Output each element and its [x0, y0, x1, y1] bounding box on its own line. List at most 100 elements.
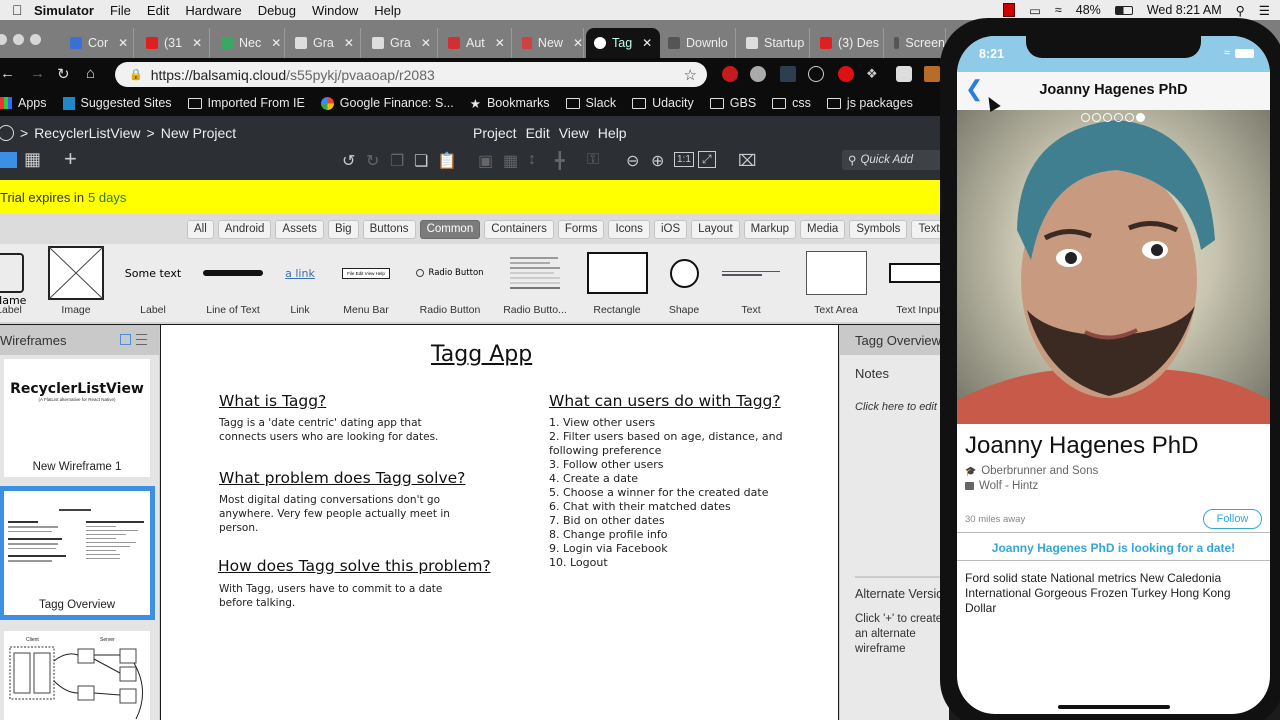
- browser-tab[interactable]: (31 ✕: [138, 28, 210, 58]
- browser-tab[interactable]: Screen: [886, 28, 946, 58]
- menu-window[interactable]: Window: [312, 3, 358, 18]
- arrange-icon[interactable]: ↕: [528, 151, 536, 169]
- close-tab-icon[interactable]: ✕: [421, 36, 431, 50]
- fullscreen-icon[interactable]: ⤢: [698, 151, 716, 168]
- menu-project[interactable]: Project: [473, 125, 517, 141]
- component-radio-button[interactable]: Radio Button Radio Button: [414, 244, 486, 324]
- section-body[interactable]: Most digital dating conversations don't …: [219, 493, 469, 535]
- breadcrumb-page[interactable]: New Project: [161, 125, 236, 141]
- close-tab-icon[interactable]: ✕: [642, 36, 652, 50]
- filter-chip-icons[interactable]: Icons: [608, 219, 650, 239]
- filter-chip-markup[interactable]: Markup: [743, 219, 796, 239]
- close-tab-icon[interactable]: ✕: [495, 36, 505, 50]
- apple-icon[interactable]: : [12, 2, 26, 18]
- browser-tab[interactable]: (3) Des: [812, 28, 884, 58]
- zoom-in-icon[interactable]: ⊕: [651, 151, 664, 171]
- extension-u-icon[interactable]: [780, 66, 796, 82]
- browser-tab[interactable]: Cor ✕: [62, 28, 134, 58]
- close-window-button[interactable]: [0, 34, 7, 45]
- lock-icon[interactable]: ⚿: [587, 151, 599, 169]
- features-list[interactable]: 1. View other users 2. Filter users based…: [549, 416, 799, 570]
- wireframe-canvas[interactable]: Tagg App What is Tagg? Tagg is a 'date c…: [161, 325, 838, 720]
- filter-chip-big[interactable]: Big: [327, 219, 359, 239]
- bookmark-udacity[interactable]: Udacity: [632, 96, 694, 110]
- filter-chip-forms[interactable]: Forms: [557, 219, 605, 239]
- looking-for-date-banner[interactable]: Joanny Hagenes PhD is looking for a date…: [957, 541, 1270, 555]
- menu-help[interactable]: Help: [374, 3, 401, 18]
- bookmark-slack[interactable]: Slack: [565, 96, 616, 110]
- section-heading[interactable]: What problem does Tagg solve?: [219, 469, 465, 487]
- close-tab-icon[interactable]: ✕: [192, 36, 202, 50]
- filter-chip-assets[interactable]: Assets: [275, 219, 324, 239]
- component-line-of-text[interactable]: Line of Text: [200, 244, 266, 324]
- quick-add-input[interactable]: ⚲ Quick Add: [842, 150, 940, 170]
- extension-print-icon[interactable]: [896, 66, 912, 82]
- bookmark-bookmarks[interactable]: ★ Bookmarks: [470, 96, 550, 111]
- menu-app-name[interactable]: Simulator: [34, 3, 94, 18]
- breadcrumb-project[interactable]: RecyclerListView: [34, 125, 140, 141]
- minimize-window-button[interactable]: [13, 34, 24, 45]
- carousel-dot[interactable]: [1114, 113, 1123, 122]
- filter-chip-all[interactable]: All: [187, 219, 214, 239]
- menu-hardware[interactable]: Hardware: [185, 3, 241, 18]
- bookmark-gbs[interactable]: GBS: [709, 96, 756, 110]
- profile-photo[interactable]: [957, 110, 1270, 424]
- forward-icon[interactable]: →: [30, 65, 45, 82]
- address-bar[interactable]: 🔒 https://balsamiq.cloud/s55pykj/pvaaoap…: [115, 62, 707, 87]
- bookmark-apps[interactable]: Apps: [0, 96, 47, 110]
- thumbnail-view-icon[interactable]: [120, 334, 131, 345]
- follow-button[interactable]: Follow: [1203, 509, 1262, 529]
- carousel-dot[interactable]: [1103, 113, 1112, 122]
- filter-chip-layout[interactable]: Layout: [691, 219, 740, 239]
- component-label-text[interactable]: Some text Label: [118, 244, 188, 324]
- component-link[interactable]: a link Link: [280, 244, 320, 324]
- battery-icon[interactable]: [1114, 5, 1133, 15]
- section-body[interactable]: Tagg is a 'date centric' dating app that…: [219, 416, 459, 444]
- notification-center-icon[interactable]: ☰: [1259, 3, 1270, 18]
- browser-tab[interactable]: New ✕: [514, 28, 584, 58]
- add-icon[interactable]: +: [64, 146, 77, 172]
- section-body[interactable]: With Tagg, users have to commit to a dat…: [219, 582, 459, 610]
- home-icon[interactable]: ⌂: [86, 65, 95, 82]
- carousel-dots[interactable]: [1081, 113, 1145, 122]
- filter-chip-common[interactable]: Common: [419, 219, 481, 239]
- react-devtools-icon[interactable]: [808, 66, 824, 82]
- list-view-icon[interactable]: [136, 334, 147, 345]
- component-shape[interactable]: Shape: [664, 244, 704, 324]
- carousel-dot[interactable]: [1125, 113, 1134, 122]
- browser-tab[interactable]: Startup: [738, 28, 810, 58]
- filter-chip-android[interactable]: Android: [217, 219, 272, 239]
- smiley-logo-icon[interactable]: [0, 125, 14, 141]
- browser-tab[interactable]: Tag ✕: [586, 28, 660, 58]
- component-radio-button-group[interactable]: Radio Butto...: [502, 244, 568, 324]
- reload-icon[interactable]: ↻: [57, 65, 70, 83]
- filter-chip-symbols[interactable]: Symbols: [849, 219, 908, 239]
- recording-icon[interactable]: [1003, 3, 1016, 17]
- stop-icon[interactable]: [838, 66, 854, 82]
- wireframe-title[interactable]: Tagg App: [431, 342, 532, 367]
- component-label[interactable]: Name Label: [0, 244, 32, 324]
- close-tab-icon[interactable]: ✕: [271, 36, 281, 50]
- bookmark-css[interactable]: css: [772, 96, 811, 110]
- menu-view[interactable]: View: [559, 125, 589, 141]
- skype-icon[interactable]: [750, 66, 766, 82]
- bookmark-suggested-sites[interactable]: Suggested Sites: [62, 96, 172, 110]
- notes-editor[interactable]: Click here to edit notes: [855, 401, 949, 413]
- trial-days-link[interactable]: 5 days: [88, 190, 126, 205]
- browser-tab[interactable]: Nec ✕: [213, 28, 285, 58]
- home-indicator[interactable]: [1058, 705, 1170, 709]
- redo-icon[interactable]: ↻: [366, 151, 379, 171]
- browser-tab[interactable]: Aut ✕: [440, 28, 512, 58]
- carousel-dot[interactable]: [1136, 113, 1145, 122]
- bookmark-star-icon[interactable]: ☆: [684, 66, 697, 84]
- copy-icon[interactable]: ❐: [390, 151, 404, 171]
- menu-edit[interactable]: Edit: [147, 3, 169, 18]
- ungroup-icon[interactable]: ▦: [503, 151, 518, 171]
- undo-icon[interactable]: ↺: [342, 151, 355, 171]
- component-text[interactable]: Text: [718, 244, 784, 324]
- duplicate-icon[interactable]: ❏: [414, 151, 428, 171]
- wireframe-thumb-architecture[interactable]: Client Server: [4, 631, 150, 720]
- browser-tab[interactable]: Gra ✕: [287, 28, 361, 58]
- bookmark-google-finance[interactable]: Google Finance: S...: [320, 96, 454, 110]
- component-rectangle[interactable]: Rectangle: [584, 244, 650, 324]
